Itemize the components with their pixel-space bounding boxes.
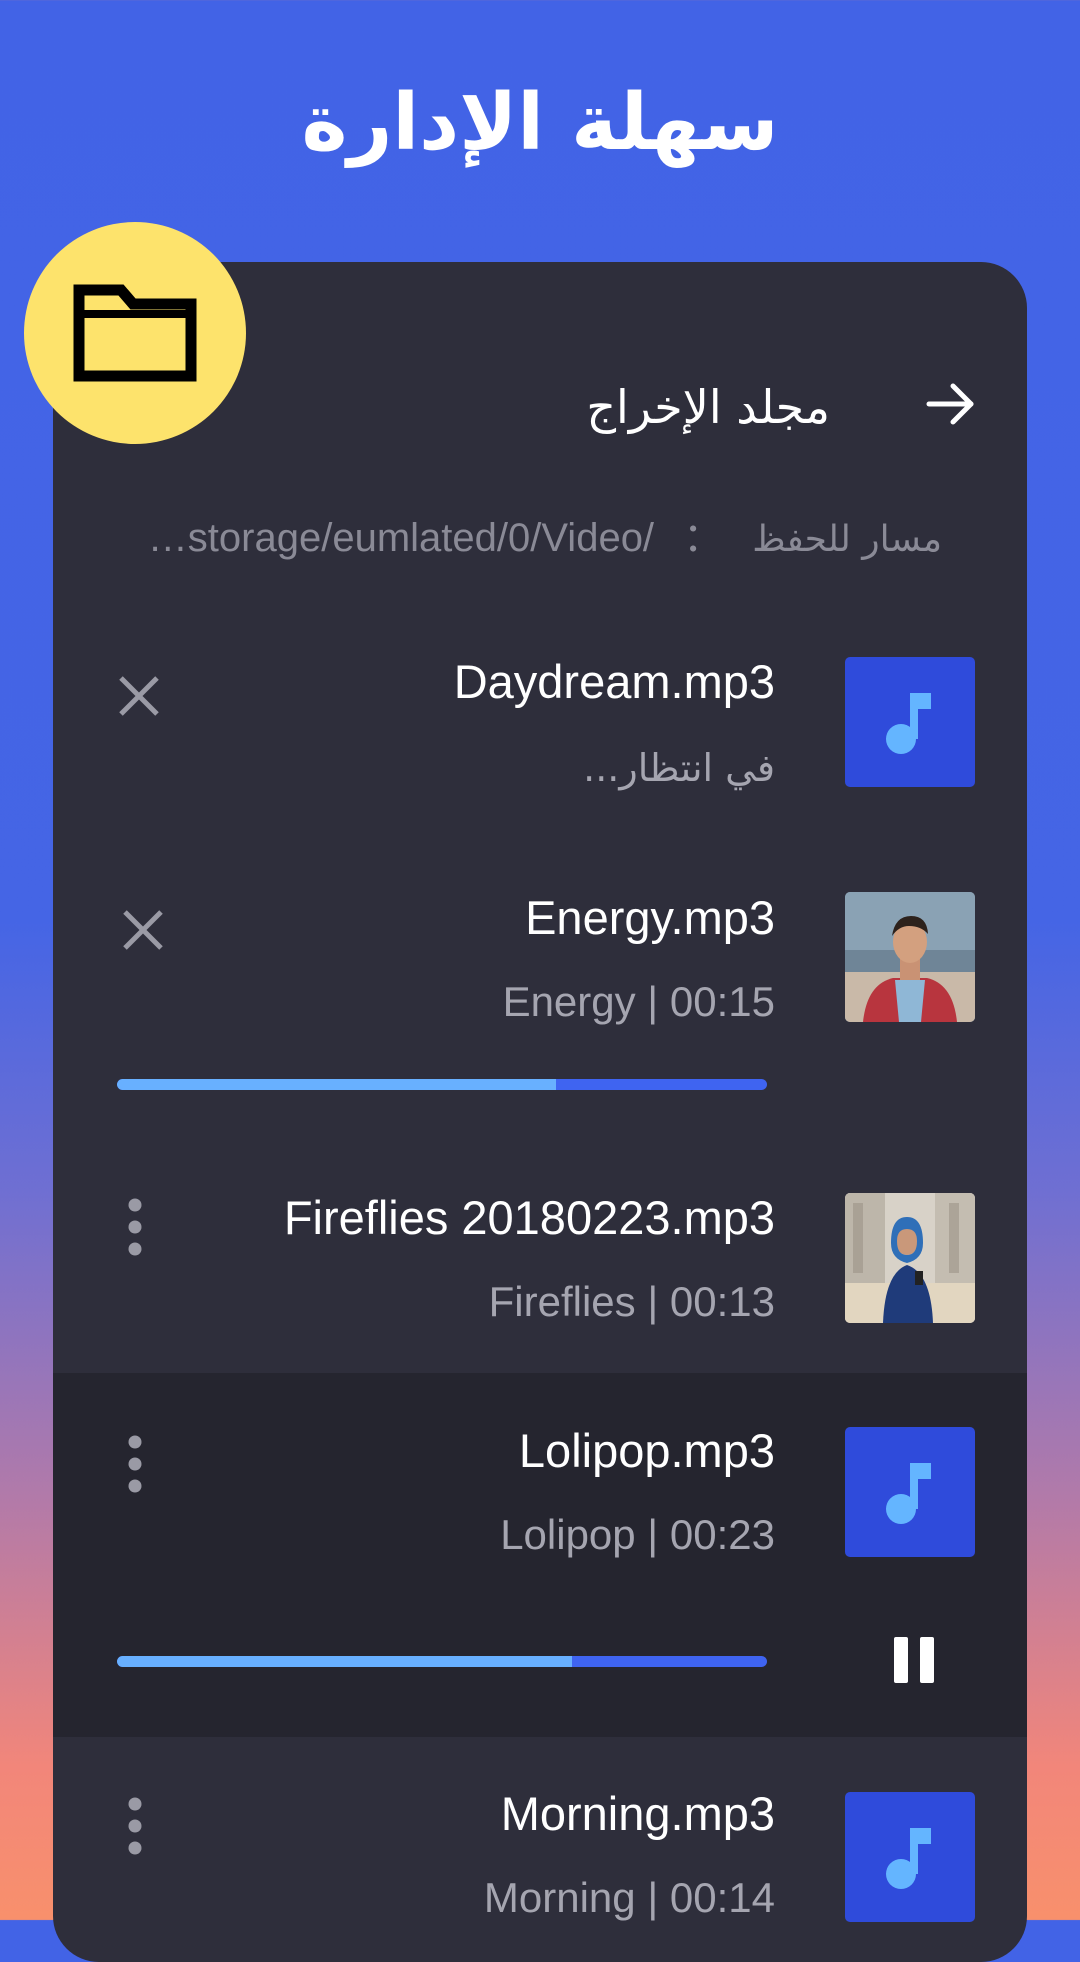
file-name: Energy.mp3 [525, 891, 775, 944]
file-name: Daydream.mp3 [453, 655, 775, 708]
more-vert-icon[interactable] [125, 1434, 145, 1494]
music-note-icon [886, 1463, 931, 1524]
file-details: Energy | 00:15 [502, 978, 775, 1025]
file-name: Morning.mp3 [500, 1787, 775, 1840]
music-note-icon [886, 693, 931, 754]
list-item[interactable]: Morning.mp3 Morning | 00:14 [53, 1738, 1027, 1922]
close-icon[interactable] [115, 672, 163, 720]
save-path-label: مسار للحفظ [752, 519, 942, 560]
list-item[interactable]: Daydream.mp3 في انتظار... [53, 620, 1027, 820]
file-details: Morning | 00:14 [483, 1874, 775, 1921]
list-item-playing[interactable]: Lolipop.mp3 Lolipop | 00:23 [53, 1373, 1027, 1737]
file-details: Lolipop | 00:23 [500, 1511, 775, 1558]
progress-fill [117, 1656, 572, 1667]
close-icon[interactable] [119, 906, 167, 954]
output-folder-label[interactable]: مجلد الإخراج [586, 380, 830, 434]
download-progress-bar [117, 1079, 767, 1090]
list-item[interactable]: Fireflies 20180223.mp3 Fireflies | 00:13 [53, 1150, 1027, 1372]
photo-thumbnail [845, 892, 975, 1022]
file-status: في انتظار... [583, 746, 775, 790]
arrow-right-icon[interactable] [925, 378, 977, 430]
more-vert-icon[interactable] [125, 1796, 145, 1856]
music-thumbnail [845, 1792, 975, 1922]
file-name: Lolipop.mp3 [518, 1424, 775, 1477]
folder-icon [73, 284, 197, 382]
save-path-separator: ： [683, 516, 724, 560]
photo-man-plaid-shirt [845, 892, 975, 1022]
file-name: Fireflies 20180223.mp3 [283, 1191, 775, 1244]
music-thumbnail [845, 657, 975, 787]
save-path: …storage/eumlated/0/Video/ ： مسار للحفظ [80, 505, 942, 563]
folder-badge [24, 222, 246, 444]
more-vert-icon[interactable] [125, 1197, 145, 1257]
photo-thumbnail [845, 1193, 975, 1323]
pause-icon[interactable] [890, 1635, 938, 1685]
playback-progress-bar[interactable] [117, 1656, 767, 1667]
photo-woman-headscarf [845, 1193, 975, 1323]
progress-fill [117, 1079, 556, 1090]
file-details: Fireflies | 00:13 [488, 1278, 775, 1325]
music-thumbnail [845, 1427, 975, 1557]
music-note-icon [886, 1828, 931, 1889]
save-path-value: …storage/eumlated/0/Video/ [147, 516, 655, 560]
list-item[interactable]: Energy.mp3 Energy | 00:15 [53, 860, 1027, 1110]
page-title: سهلة الإدارة [301, 78, 779, 168]
